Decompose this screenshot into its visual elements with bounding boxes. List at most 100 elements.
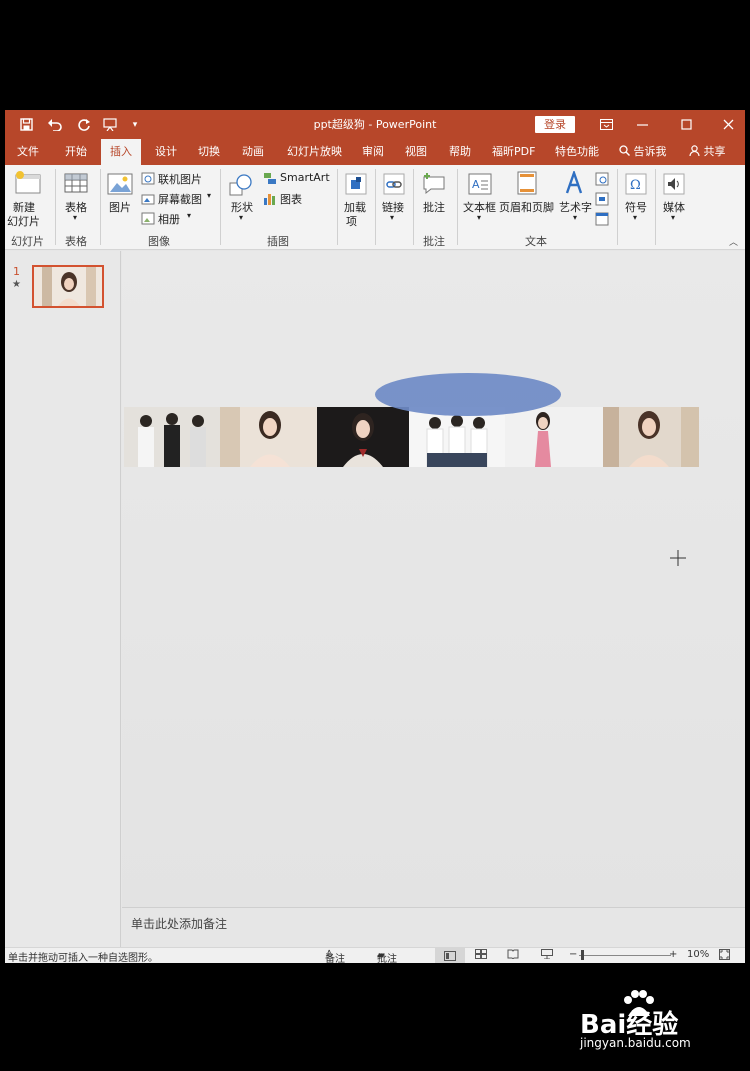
tab-transitions[interactable]: 切换	[196, 139, 222, 165]
fit-to-window-button[interactable]	[719, 949, 730, 963]
zoom-out-button[interactable]: −	[569, 949, 577, 960]
slide-thumbnail-pane: 1 ★	[5, 251, 121, 947]
addins-button[interactable]: 加载 项	[341, 169, 371, 231]
ribbon-insert: 新建 幻灯片 幻灯片 表格 ▾ 表格 图片 联机图片 屏幕截图 ▾ 相册 ▾ 图…	[5, 165, 745, 250]
dropdown-arrow-icon: ▾	[207, 191, 212, 200]
slide-thumbnail[interactable]	[32, 265, 104, 308]
collapse-ribbon-icon[interactable]: ︿	[729, 235, 738, 248]
picture-icon	[107, 173, 133, 195]
reading-view-button[interactable]	[507, 949, 519, 962]
dropdown-arrow-icon: ▾	[390, 213, 395, 222]
screenshot-icon	[141, 194, 155, 205]
shapes-button[interactable]: 形状 ▾	[225, 169, 257, 231]
dropdown-arrow-icon: ▾	[633, 213, 638, 222]
oval-shape[interactable]	[375, 373, 561, 416]
table-icon	[64, 173, 88, 193]
zoom-in-button[interactable]: +	[669, 949, 677, 960]
login-button[interactable]: 登录	[535, 116, 575, 133]
slide-number-button[interactable]	[595, 191, 611, 207]
object-icon	[595, 212, 609, 226]
zoom-slider-thumb[interactable]	[581, 950, 584, 960]
reading-view-icon	[507, 949, 519, 960]
ribbon-display-icon[interactable]	[595, 110, 617, 139]
dropdown-arrow-icon: ▾	[573, 213, 578, 222]
slide-number: 1	[13, 265, 20, 278]
album-button[interactable]: 相册 ▾	[141, 211, 201, 227]
tab-insert[interactable]: 插入	[101, 139, 141, 165]
new-slide-icon	[15, 171, 41, 194]
dropdown-arrow-icon: ▾	[671, 213, 676, 222]
slide-sorter-button[interactable]	[475, 949, 487, 962]
header-footer-icon	[517, 171, 537, 195]
group-divider	[655, 169, 656, 245]
table-button[interactable]: 表格 ▾	[59, 169, 95, 231]
chart-label: 图表	[280, 193, 302, 206]
fit-window-icon	[719, 949, 730, 960]
smartart-label: SmartArt	[280, 171, 330, 184]
smartart-button[interactable]: SmartArt	[263, 171, 333, 187]
tell-me-label: 告诉我	[633, 145, 667, 158]
maximize-icon[interactable]	[675, 110, 697, 139]
album-label: 相册	[158, 213, 180, 226]
close-icon[interactable]	[717, 110, 739, 139]
tab-file[interactable]: 文件	[15, 139, 41, 165]
group-divider	[457, 169, 458, 245]
chart-icon	[264, 194, 275, 205]
album-icon	[141, 212, 155, 225]
share-button[interactable]: 共享	[687, 139, 728, 165]
tab-design[interactable]: 设计	[153, 139, 179, 165]
powerpoint-window: ▾ ppt超级狗 - PowerPoint 登录 文件 开始 插入 设计 切换 …	[5, 110, 745, 963]
group-comments-label: 批注	[423, 235, 445, 248]
chart-button[interactable]: 图表	[263, 191, 313, 207]
tab-slideshow[interactable]: 幻灯片放映	[285, 139, 344, 165]
tab-foxit-pdf[interactable]: 福昕PDF	[490, 139, 537, 165]
header-footer-button[interactable]: 页眉和页脚	[499, 169, 555, 231]
notes-placeholder: 单击此处添加备注	[131, 917, 228, 931]
link-button[interactable]: 链接 ▾	[379, 169, 409, 231]
picture-button[interactable]: 图片	[105, 169, 135, 231]
photo-group-boys-2[interactable]	[409, 407, 505, 467]
online-picture-button[interactable]: 联机图片	[141, 171, 211, 187]
media-button[interactable]: 媒体 ▾	[659, 169, 689, 231]
group-text-label: 文本	[525, 235, 547, 248]
tell-me-search[interactable]: 告诉我	[617, 139, 669, 165]
photo-group-boys-1[interactable]	[124, 407, 220, 467]
group-divider	[337, 169, 338, 245]
online-picture-label: 联机图片	[158, 173, 202, 186]
group-divider	[413, 169, 414, 245]
header-footer-label: 页眉和页脚	[499, 201, 554, 214]
omega-icon: Ω	[625, 173, 647, 195]
wordart-button[interactable]: 艺术字 ▾	[557, 169, 592, 231]
photo-woman-2[interactable]	[317, 407, 409, 467]
screenshot-label: 屏幕截图	[158, 193, 202, 206]
tab-review[interactable]: 审阅	[360, 139, 386, 165]
object-button[interactable]	[595, 211, 611, 227]
new-slide-button[interactable]: 新建 幻灯片	[7, 169, 49, 231]
comment-button[interactable]: 批注	[417, 169, 451, 231]
zoom-slider[interactable]	[579, 955, 671, 956]
photo-woman-3[interactable]	[505, 407, 603, 467]
person-icon	[689, 145, 700, 157]
photo-woman-4[interactable]	[603, 407, 699, 467]
minimize-icon[interactable]	[631, 110, 653, 139]
tab-features[interactable]: 特色功能	[553, 139, 601, 165]
zoom-level[interactable]: 10%	[687, 949, 709, 960]
online-picture-icon	[141, 172, 155, 185]
slide-editing-area[interactable]	[122, 251, 745, 907]
date-time-button[interactable]	[595, 171, 611, 187]
title-bar: ▾ ppt超级狗 - PowerPoint 登录	[5, 110, 745, 139]
group-divider	[617, 169, 618, 245]
slideshow-button[interactable]	[541, 949, 553, 962]
tab-help[interactable]: 帮助	[447, 139, 473, 165]
photo-woman-1[interactable]	[220, 407, 317, 467]
notes-pane[interactable]: 单击此处添加备注	[122, 907, 745, 947]
tab-home[interactable]: 开始	[63, 139, 89, 165]
textbox-button[interactable]: A 文本框 ▾	[461, 169, 497, 231]
tab-animations[interactable]: 动画	[240, 139, 266, 165]
symbol-button[interactable]: Ω 符号 ▾	[621, 169, 651, 231]
tab-view[interactable]: 视图	[403, 139, 429, 165]
normal-view-button[interactable]	[435, 948, 465, 963]
animation-star-icon: ★	[12, 279, 21, 290]
ribbon-tabs: 文件 开始 插入 设计 切换 动画 幻灯片放映 审阅 视图 帮助 福昕PDF 特…	[5, 139, 745, 165]
screenshot-button[interactable]: 屏幕截图 ▾	[141, 191, 217, 207]
